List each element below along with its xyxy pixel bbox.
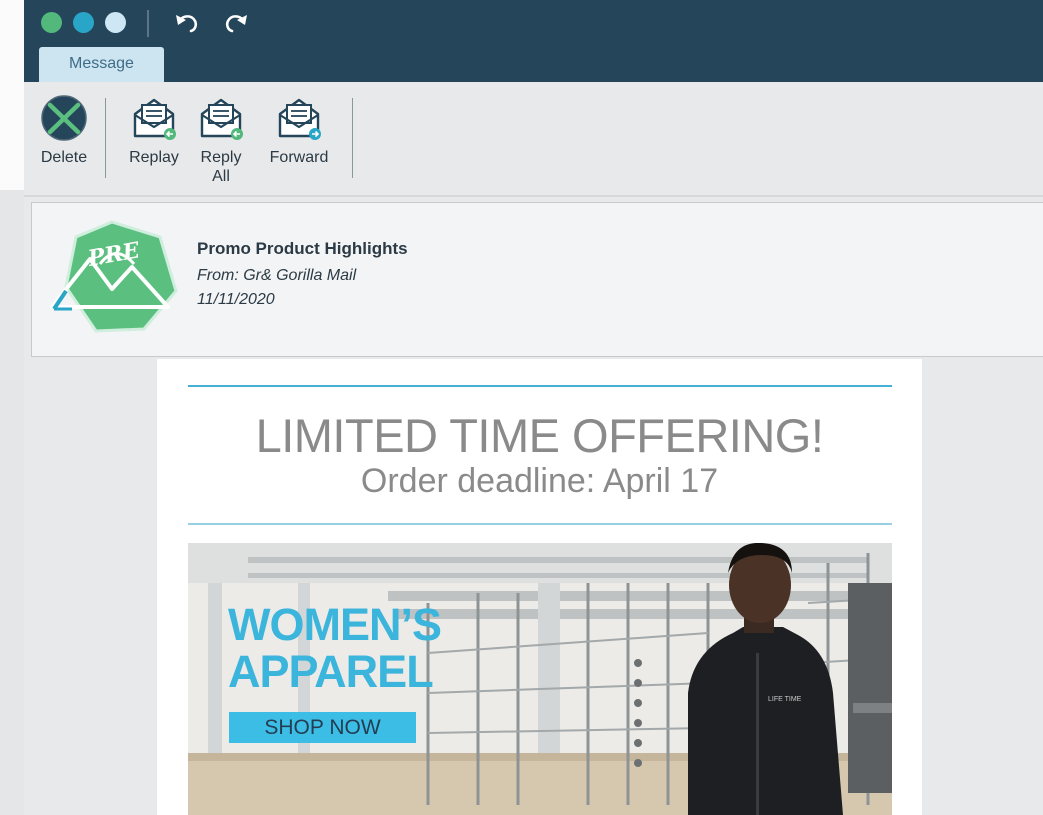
shop-now-button[interactable]: SHOP NOW: [229, 712, 416, 743]
reply-icon: [133, 98, 176, 140]
title-bar: Message: [24, 0, 1043, 82]
promo-subheadline: Order deadline: April 17: [360, 462, 719, 500]
message-header: PRE Promo Product Highlights From: Gr& G…: [31, 202, 1043, 357]
message-date: 11/11/2020: [197, 291, 275, 308]
window-dot-teal[interactable]: [73, 12, 94, 33]
redo-icon[interactable]: [224, 11, 250, 35]
ribbon-toolbar: Delete Replay Reply All Forward: [24, 82, 1043, 197]
window-dot-light[interactable]: [105, 12, 126, 33]
forward-button[interactable]: Forward: [260, 94, 338, 167]
reply-button[interactable]: Replay: [119, 94, 189, 167]
ribbon-divider: [352, 98, 353, 178]
jacket-brand-text: LIFE TIME: [768, 696, 802, 703]
email-body: LIMITED TIME OFFERING! Order deadline: A…: [157, 359, 922, 815]
undo-icon[interactable]: [173, 11, 199, 35]
sender-logo: PRE: [50, 220, 178, 333]
divider-line: [188, 385, 892, 387]
ribbon-divider: [105, 98, 106, 178]
forward-label: Forward: [269, 149, 329, 166]
tab-message[interactable]: Message: [39, 47, 164, 82]
forward-icon: [278, 98, 321, 140]
mail-window: Message Delete Replay Reply All Forward …: [24, 0, 1043, 815]
reply-all-label: Reply All: [200, 149, 242, 185]
divider-line: [188, 523, 892, 525]
banner-title: WOMEN’S APPAREL: [228, 599, 442, 697]
reply-all-button[interactable]: Reply All: [190, 94, 252, 186]
reply-label: Replay: [129, 149, 179, 166]
title-bar-divider: [147, 10, 149, 37]
banner-title-line1: WOMEN’S: [228, 599, 442, 650]
window-dot-green[interactable]: [41, 12, 62, 33]
reply-all-icon: [200, 98, 243, 140]
banner-title-line2: APPAREL: [228, 646, 434, 697]
promo-banner[interactable]: LIFE TIME WOMEN’S APPAREL SHOP NOW: [188, 543, 892, 815]
message-from: From: Gr& Gorilla Mail: [197, 267, 357, 284]
desktop-background: [0, 0, 24, 815]
delete-label: Delete: [40, 149, 88, 166]
promo-headline: LIMITED TIME OFFERING!: [255, 409, 824, 462]
message-subject: Promo Product Highlights: [197, 239, 408, 258]
delete-button[interactable]: Delete: [28, 94, 100, 167]
delete-icon: [41, 95, 87, 141]
